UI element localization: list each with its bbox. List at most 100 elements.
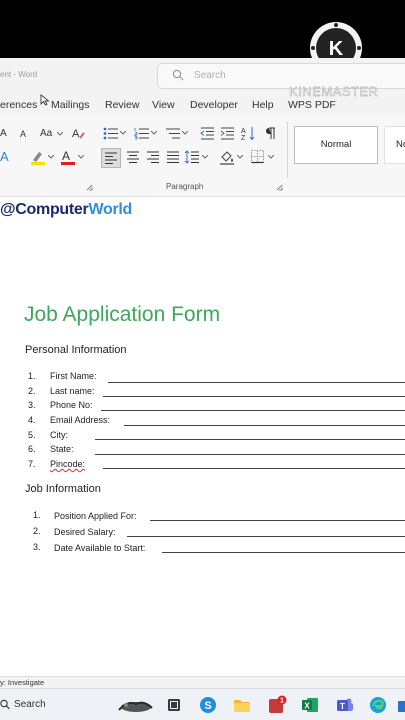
- tab-review[interactable]: Review: [105, 99, 139, 111]
- first-name-line[interactable]: [108, 382, 405, 383]
- tab-view[interactable]: View: [152, 99, 175, 111]
- svg-text:K: K: [329, 38, 344, 60]
- field-label-email: Email Address:: [50, 415, 111, 425]
- search-icon[interactable]: [0, 699, 10, 710]
- chevron-down-icon[interactable]: [237, 155, 243, 159]
- tab-help[interactable]: Help: [252, 99, 274, 111]
- field-number: 1.: [33, 510, 41, 520]
- svg-text:A: A: [241, 128, 246, 135]
- accessibility-status[interactable]: y: Investigate: [0, 678, 44, 687]
- pincode-line[interactable]: [103, 468, 405, 469]
- shading-icon[interactable]: [219, 149, 235, 165]
- field-label-position: Position Applied For:: [54, 511, 137, 521]
- document-title: ent - Word: [0, 70, 38, 79]
- edge-browser-icon[interactable]: [369, 696, 387, 714]
- paragraph-dialog-launcher-icon[interactable]: [276, 184, 283, 191]
- decrease-indent-icon[interactable]: [200, 127, 215, 140]
- chevron-down-icon[interactable]: [268, 155, 274, 159]
- sort-icon[interactable]: A Z: [241, 126, 256, 141]
- ribbon-divider: [287, 122, 288, 178]
- mouse-cursor-icon: [40, 94, 50, 106]
- search-icon: [172, 69, 184, 81]
- salary-line[interactable]: [127, 536, 405, 537]
- channel-watermark: @ComputerWorld: [0, 201, 132, 219]
- field-number: 4.: [28, 415, 36, 425]
- align-center-icon[interactable]: [125, 149, 141, 165]
- chevron-down-icon[interactable]: [151, 131, 157, 135]
- svg-text:T: T: [340, 702, 345, 711]
- state-line[interactable]: [95, 454, 405, 455]
- search-placeholder: Search: [194, 70, 226, 81]
- kinemaster-brand-text: KINEMASTER: [289, 84, 379, 99]
- text-effects-icon[interactable]: A: [0, 149, 14, 165]
- font-color-icon[interactable]: A: [60, 149, 76, 165]
- svg-text:S: S: [204, 700, 211, 712]
- teams-icon[interactable]: T: [336, 697, 354, 713]
- skype-icon[interactable]: S: [199, 696, 217, 714]
- svg-text:Z: Z: [241, 135, 246, 141]
- chevron-down-icon[interactable]: [182, 131, 188, 135]
- search-highlight-icon[interactable]: [116, 696, 154, 714]
- justify-icon[interactable]: [165, 149, 181, 165]
- field-number: 7.: [28, 459, 36, 469]
- field-label-last-name: Last name:: [50, 386, 95, 396]
- grow-font-button[interactable]: A: [0, 128, 7, 139]
- align-left-button[interactable]: [101, 148, 121, 168]
- phone-line[interactable]: [101, 410, 405, 411]
- job-info-heading: Job Information: [25, 483, 101, 495]
- taskbar-search-label[interactable]: Search: [14, 699, 46, 710]
- chevron-down-icon[interactable]: [202, 155, 208, 159]
- line-spacing-icon[interactable]: [184, 149, 200, 165]
- field-number: 2.: [28, 386, 36, 396]
- svg-text:A: A: [0, 149, 9, 164]
- tab-wps-pdf[interactable]: WPS PDF: [288, 99, 336, 111]
- notification-badge: 1: [280, 698, 284, 705]
- field-number: 3.: [28, 400, 36, 410]
- tab-developer[interactable]: Developer: [190, 99, 238, 111]
- show-formatting-marks-icon[interactable]: [264, 127, 276, 140]
- task-view-icon[interactable]: [166, 697, 182, 713]
- chevron-down-icon[interactable]: [57, 132, 63, 136]
- field-number: 3.: [33, 542, 41, 552]
- tab-references[interactable]: erences: [0, 99, 37, 111]
- position-line[interactable]: [150, 520, 405, 521]
- shrink-font-button[interactable]: A: [20, 129, 26, 139]
- field-label-phone: Phone No:: [50, 400, 93, 410]
- file-explorer-icon[interactable]: [233, 697, 251, 713]
- style-no-spacing[interactable]: No: [384, 126, 405, 164]
- clear-formatting-icon[interactable]: A: [72, 127, 86, 140]
- excel-icon[interactable]: X: [301, 697, 319, 713]
- numbering-icon[interactable]: [134, 127, 150, 140]
- personal-info-heading: Personal Information: [25, 344, 127, 356]
- paragraph-group-label: Paragraph: [166, 182, 204, 191]
- borders-icon[interactable]: [250, 149, 265, 164]
- chevron-down-icon[interactable]: [48, 155, 54, 159]
- align-right-icon[interactable]: [145, 149, 161, 165]
- field-number: 1.: [28, 371, 36, 381]
- field-label-first-name: First Name:: [50, 371, 97, 381]
- align-left-icon: [105, 152, 117, 164]
- ribbon: A A Aa A A A A Z Paragraph Normal N: [0, 116, 405, 197]
- highlight-color-icon[interactable]: [30, 149, 46, 165]
- font-dialog-launcher-icon[interactable]: [86, 184, 93, 191]
- field-number: 6.: [28, 444, 36, 454]
- app-icon[interactable]: 1: [267, 695, 287, 715]
- email-line[interactable]: [124, 425, 405, 426]
- chevron-down-icon[interactable]: [120, 131, 126, 135]
- multilevel-list-icon[interactable]: [165, 127, 181, 140]
- store-icon[interactable]: [397, 697, 405, 713]
- chevron-down-icon[interactable]: [78, 155, 84, 159]
- tab-mailings[interactable]: Mailings: [51, 99, 90, 111]
- start-date-line[interactable]: [162, 552, 405, 553]
- last-name-line[interactable]: [103, 396, 405, 397]
- style-normal[interactable]: Normal: [294, 126, 378, 164]
- svg-text:A: A: [72, 128, 80, 140]
- svg-text:A: A: [62, 149, 70, 163]
- field-label-city: City:: [50, 430, 68, 440]
- increase-indent-icon[interactable]: [220, 127, 235, 140]
- word-window: ent - Word Search erences Mailings Revie…: [0, 58, 405, 720]
- watermark-part1: @Computer: [0, 201, 89, 218]
- bullets-icon[interactable]: [103, 127, 119, 140]
- city-line[interactable]: [95, 439, 405, 440]
- change-case-button[interactable]: Aa: [40, 128, 52, 139]
